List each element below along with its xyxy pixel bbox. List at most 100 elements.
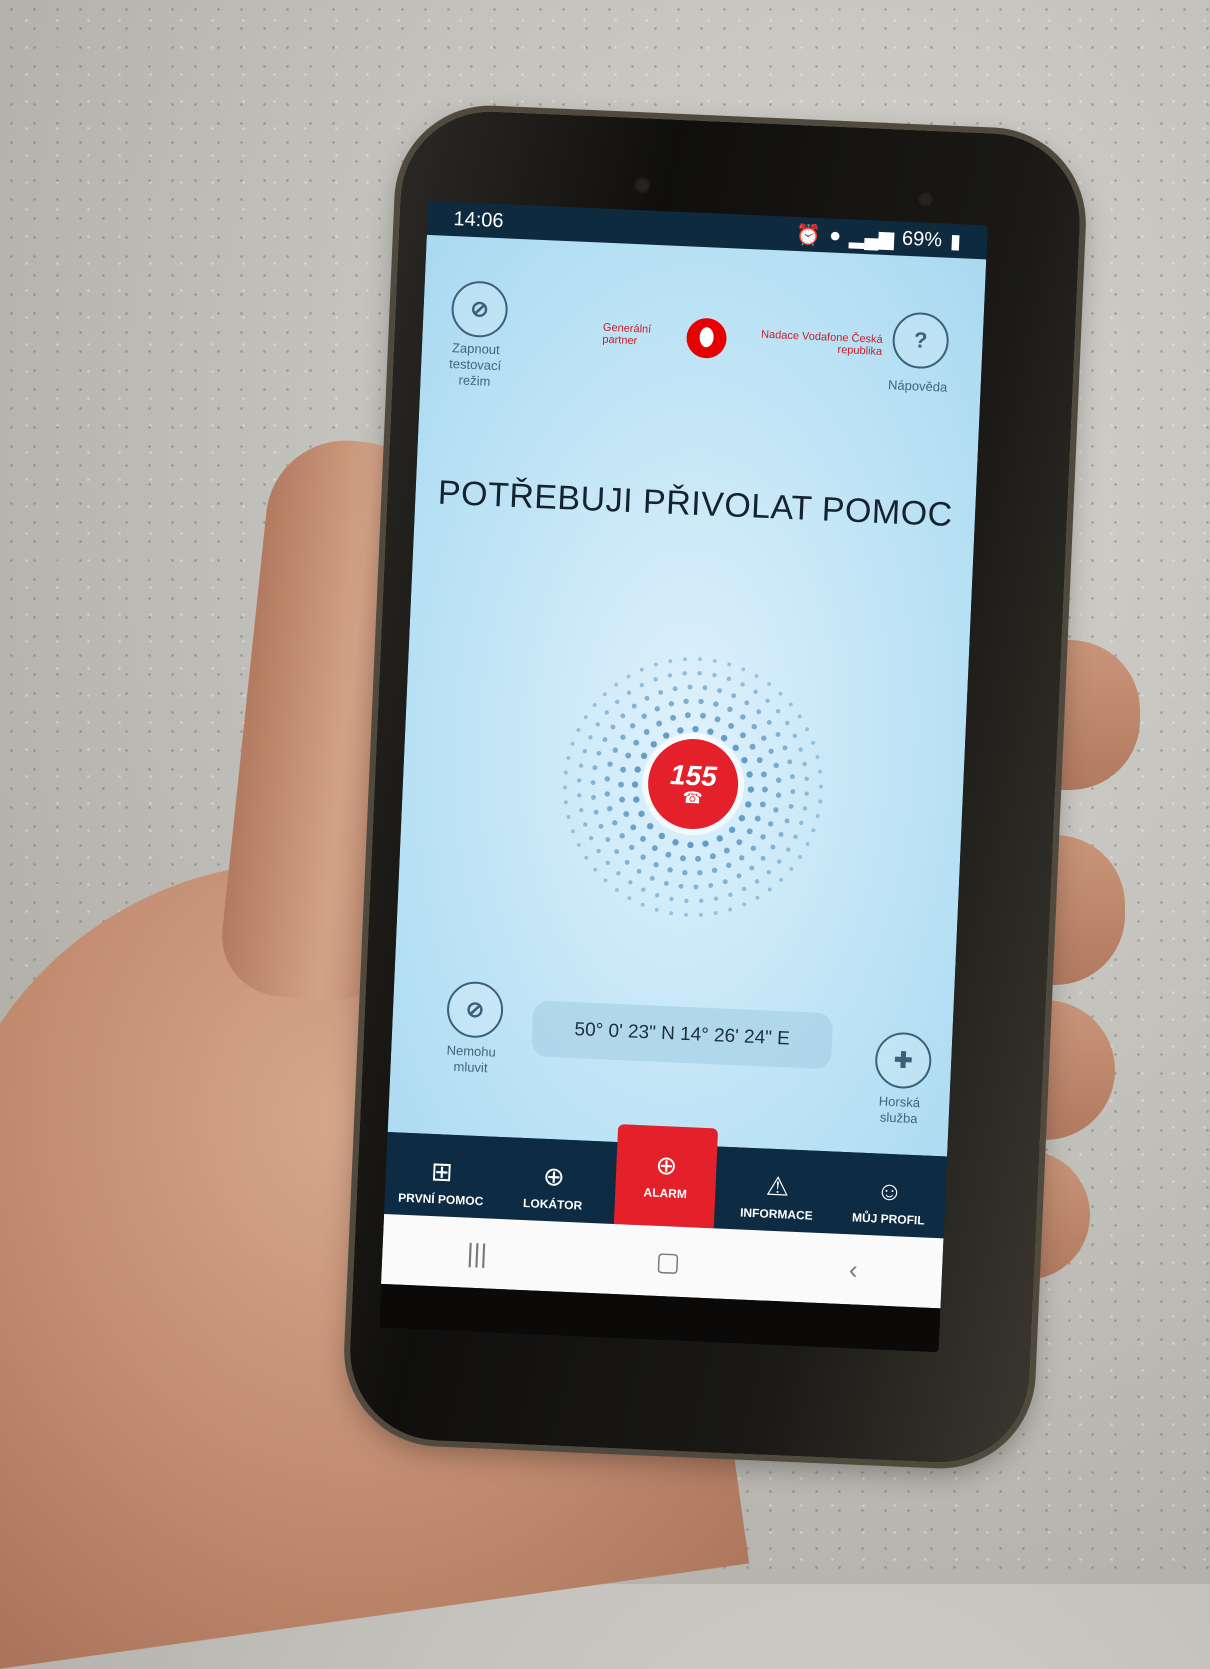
nav-information[interactable]: ⚠ INFORMACE [726, 1171, 828, 1223]
halo-dot [649, 875, 655, 881]
mountain-service-label: Horská služba [878, 1093, 921, 1127]
halo-dot [815, 755, 820, 760]
halo-dot [697, 671, 702, 676]
mountain-service-button[interactable]: ✚ [874, 1031, 933, 1090]
halo-dot [804, 791, 809, 796]
halo-dot [818, 769, 823, 774]
halo-dot [656, 720, 663, 727]
halo-dot [566, 756, 571, 760]
halo-dot [650, 741, 657, 748]
halo-dot [805, 727, 810, 732]
halo-dot [595, 722, 600, 727]
halo-dot [716, 835, 723, 842]
halo-dot [654, 706, 660, 712]
halo-dot [755, 895, 760, 900]
halo-dot [639, 682, 645, 688]
question-icon: ? [913, 327, 928, 353]
home-icon[interactable]: ▢ [655, 1245, 681, 1277]
help-button[interactable]: ? [891, 311, 950, 370]
halo-dot [699, 898, 704, 903]
halo-dot [625, 752, 632, 759]
halo-dot [620, 734, 626, 740]
recent-apps-icon[interactable]: ||| [466, 1237, 488, 1269]
halo-dot [756, 757, 763, 763]
halo-dot [633, 796, 640, 803]
halo-dot [678, 883, 684, 889]
halo-dot [754, 879, 760, 884]
halo-dot [747, 786, 755, 793]
halo-dot [570, 829, 575, 834]
partner-logo: Generální partner Nadace Vodafone Česká … [601, 307, 883, 373]
halo-dot [634, 766, 641, 773]
halo-dot [779, 877, 784, 882]
halo-dot [745, 801, 752, 808]
halo-dot [640, 835, 646, 842]
cant-speak-label: Nemohu mluvit [446, 1042, 497, 1076]
halo-dot [612, 747, 619, 753]
halo-dot [592, 765, 598, 771]
halo-dot [624, 859, 630, 865]
halo-dot [759, 801, 766, 808]
test-mode-button[interactable]: ⊘ [450, 280, 509, 339]
halo-dot [707, 728, 714, 735]
phone-screen: 14:06 ⏰ ● ▂▄▆ 69% ▮ ⊘ Zapnout testovací … [379, 200, 988, 1353]
halo-dot [605, 860, 611, 866]
halo-dot [712, 672, 717, 678]
halo-dot [644, 695, 650, 701]
halo-dot [767, 821, 774, 827]
halo-dot [636, 868, 642, 874]
gps-coordinates: 50° 0' 23" N 14° 26' 24" E [531, 1000, 834, 1070]
halo-dot [684, 898, 689, 904]
halo-dot [670, 714, 677, 721]
halo-dot [583, 715, 588, 720]
halo-dot [630, 824, 637, 831]
nav-label: ALARM [643, 1185, 688, 1202]
halo-dot [712, 658, 717, 663]
status-icons: ⏰ ● ▂▄▆ 69% ▮ [796, 222, 962, 254]
halo-dot [811, 740, 816, 745]
halo-dot [713, 911, 718, 915]
halo-dot [786, 847, 791, 852]
nav-profile[interactable]: ☺ MŮJ PROFIL [838, 1175, 940, 1228]
halo-dot [620, 766, 627, 773]
nav-locator[interactable]: ⊕ LOKÁTOR [502, 1161, 604, 1213]
halo-dot [576, 842, 581, 847]
halo-dot [591, 795, 596, 800]
halo-dot [639, 667, 644, 672]
halo-dot [698, 912, 703, 917]
back-icon[interactable]: ‹ [848, 1254, 858, 1285]
halo-dot [641, 887, 646, 892]
cant-speak-button[interactable]: ⊘ [445, 980, 505, 1039]
halo-dot [711, 867, 718, 873]
halo-dot [726, 676, 732, 682]
halo-dot [713, 701, 719, 707]
halo-dot [640, 854, 646, 860]
halo-dot [654, 907, 659, 912]
halo-dot [623, 811, 630, 818]
halo-dot [802, 761, 807, 767]
halo-dot [768, 748, 774, 754]
halo-dot [776, 777, 782, 783]
halo-dot [773, 762, 779, 769]
nav-label: LOKÁTOR [522, 1196, 583, 1213]
nav-first-aid[interactable]: ⊞ PRVNÍ POMOC [390, 1156, 492, 1208]
halo-dot [749, 743, 756, 750]
halo-dot [680, 855, 686, 862]
halo-dot [640, 752, 648, 760]
halo-dot [731, 693, 737, 699]
halo-dot [578, 763, 584, 768]
halo-dot [698, 698, 704, 705]
halo-dot [789, 867, 794, 871]
halo-dot [728, 826, 736, 834]
halo-dot [602, 692, 607, 697]
halo-dot [760, 834, 766, 840]
halo-dot [667, 673, 673, 678]
app-main: ⊘ Zapnout testovací režim Generální part… [387, 234, 987, 1157]
halo-dot [740, 732, 746, 739]
halo-dot [702, 840, 709, 847]
halo-dot [605, 837, 611, 843]
front-sensor [916, 190, 936, 210]
halo-dot [684, 712, 691, 719]
halo-dot [784, 818, 790, 824]
nav-alarm[interactable]: ⊕ ALARM [613, 1124, 719, 1229]
